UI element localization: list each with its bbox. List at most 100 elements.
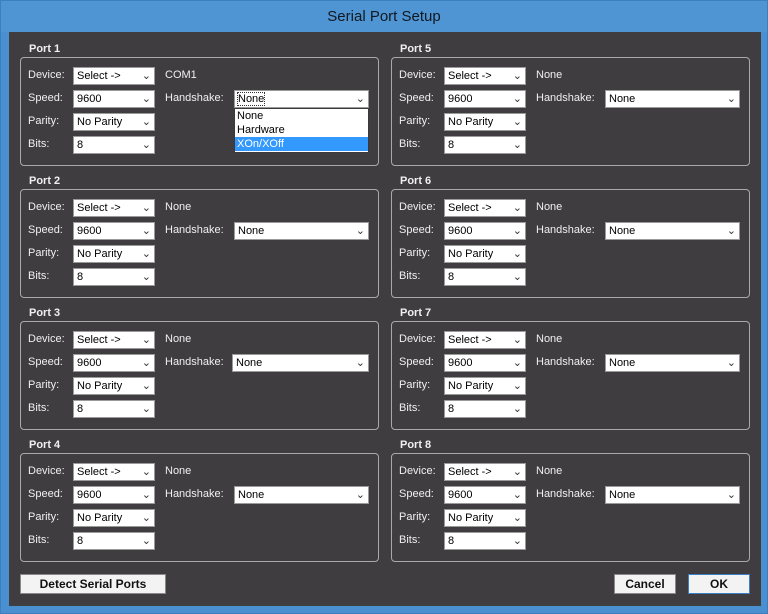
- device-select[interactable]: Select -> ⌄: [73, 199, 155, 217]
- speed-label: Speed:: [399, 488, 434, 500]
- bits-select[interactable]: 8 ⌄: [73, 268, 155, 286]
- bits-select[interactable]: 8 ⌄: [444, 268, 526, 286]
- parity-select[interactable]: No Parity ⌄: [444, 245, 526, 263]
- parity-select[interactable]: No Parity ⌄: [73, 245, 155, 263]
- chevron-down-icon: ⌄: [141, 403, 151, 415]
- parity-value: No Parity: [448, 116, 494, 128]
- device-value: Select ->: [448, 202, 492, 214]
- speed-label: Speed:: [399, 92, 434, 104]
- handshake-select[interactable]: None ⌄: [605, 90, 740, 108]
- serial-port-setup-window: Serial Port Setup Port 1 Device: Select …: [0, 0, 768, 614]
- port-title: Port 4: [29, 439, 61, 451]
- parity-select[interactable]: No Parity ⌄: [73, 113, 155, 131]
- cancel-button[interactable]: Cancel: [614, 574, 676, 594]
- speed-select[interactable]: 9600 ⌄: [73, 354, 155, 372]
- speed-select[interactable]: 9600 ⌄: [444, 486, 526, 504]
- chevron-down-icon: ⌄: [141, 116, 151, 128]
- chevron-down-icon: ⌄: [726, 93, 736, 105]
- device-select[interactable]: Select -> ⌄: [444, 331, 526, 349]
- speed-label: Speed:: [399, 356, 434, 368]
- handshake-select[interactable]: None ⌄: [234, 486, 369, 504]
- handshake-select[interactable]: None ⌄: [234, 222, 369, 240]
- parity-select[interactable]: No Parity ⌄: [444, 509, 526, 527]
- chevron-down-icon: ⌄: [141, 271, 151, 283]
- device-value: Select ->: [448, 70, 492, 82]
- port-title: Port 1: [29, 43, 61, 55]
- parity-select[interactable]: No Parity ⌄: [73, 377, 155, 395]
- bits-value: 8: [448, 403, 455, 415]
- speed-select[interactable]: 9600 ⌄: [444, 90, 526, 108]
- chevron-down-icon: ⌄: [512, 512, 522, 524]
- bits-select[interactable]: 8 ⌄: [444, 532, 526, 550]
- parity-value: No Parity: [77, 512, 123, 524]
- handshake-label: Handshake:: [536, 92, 595, 104]
- device-label: Device:: [28, 69, 65, 81]
- parity-value: No Parity: [448, 512, 494, 524]
- bits-label: Bits:: [399, 138, 421, 150]
- speed-value: 9600: [448, 357, 473, 369]
- device-label: Device:: [28, 201, 65, 213]
- port-8-group: Port 8 Device: Select -> ⌄ None Speed: 96…: [391, 439, 750, 562]
- chevron-down-icon: ⌄: [141, 202, 151, 214]
- device-value: Select ->: [448, 466, 492, 478]
- detect-serial-ports-button[interactable]: Detect Serial Ports: [20, 574, 166, 594]
- parity-value: No Parity: [448, 248, 494, 260]
- device-select[interactable]: Select -> ⌄: [444, 67, 526, 85]
- parity-value: No Parity: [77, 116, 123, 128]
- device-label: Device:: [399, 69, 436, 81]
- chevron-down-icon: ⌄: [141, 535, 151, 547]
- bits-value: 8: [77, 139, 84, 151]
- parity-value: No Parity: [77, 248, 123, 260]
- device-select[interactable]: Select -> ⌄: [73, 67, 155, 85]
- chevron-down-icon: ⌄: [512, 380, 522, 392]
- bits-select[interactable]: 8 ⌄: [444, 136, 526, 154]
- speed-select[interactable]: 9600 ⌄: [73, 486, 155, 504]
- handshake-option-xonxoff[interactable]: XOn/XOff: [235, 137, 368, 151]
- bits-label: Bits:: [28, 534, 50, 546]
- handshake-select[interactable]: None ⌄: [232, 354, 369, 372]
- speed-label: Speed:: [399, 224, 434, 236]
- chevron-down-icon: ⌄: [726, 357, 736, 369]
- parity-label: Parity:: [399, 247, 431, 259]
- chevron-down-icon: ⌄: [512, 535, 522, 547]
- device-select[interactable]: Select -> ⌄: [73, 463, 155, 481]
- speed-select[interactable]: 9600 ⌄: [73, 222, 155, 240]
- device-select[interactable]: Select -> ⌄: [73, 331, 155, 349]
- handshake-value: None: [609, 93, 636, 105]
- parity-value: No Parity: [448, 380, 494, 392]
- handshake-option-hardware[interactable]: Hardware: [235, 123, 368, 137]
- speed-select[interactable]: 9600 ⌄: [444, 354, 526, 372]
- device-select[interactable]: Select -> ⌄: [444, 463, 526, 481]
- bits-select[interactable]: 8 ⌄: [73, 400, 155, 418]
- device-label: Device:: [399, 465, 436, 477]
- window-title: Serial Port Setup: [1, 1, 767, 32]
- handshake-select[interactable]: None ⌄: [605, 354, 740, 372]
- bits-select[interactable]: 8 ⌄: [73, 136, 155, 154]
- device-select[interactable]: Select -> ⌄: [444, 199, 526, 217]
- bits-value: 8: [448, 535, 455, 547]
- port-4-group: Port 4 Device: Select -> ⌄ None Speed: 96…: [20, 439, 379, 562]
- chevron-down-icon: ⌄: [512, 248, 522, 260]
- port-title: Port 5: [400, 43, 432, 55]
- device-value: Select ->: [77, 202, 121, 214]
- device-name: None: [536, 69, 563, 81]
- speed-select[interactable]: 9600 ⌄: [444, 222, 526, 240]
- chevron-down-icon: ⌄: [512, 116, 522, 128]
- parity-select[interactable]: No Parity ⌄: [444, 377, 526, 395]
- handshake-select[interactable]: None ⌄: [234, 90, 369, 108]
- chevron-down-icon: ⌄: [726, 225, 736, 237]
- parity-select[interactable]: No Parity ⌄: [73, 509, 155, 527]
- port-2-group: Port 2 Device: Select -> ⌄ None Speed: 96…: [20, 175, 379, 298]
- handshake-select[interactable]: None ⌄: [605, 486, 740, 504]
- speed-value: 9600: [77, 225, 102, 237]
- bits-select[interactable]: 8 ⌄: [73, 532, 155, 550]
- ok-button[interactable]: OK: [688, 574, 750, 594]
- chevron-down-icon: ⌄: [355, 489, 365, 501]
- parity-select[interactable]: No Parity ⌄: [444, 113, 526, 131]
- handshake-option-none[interactable]: None: [235, 109, 368, 123]
- parity-label: Parity:: [28, 511, 60, 523]
- bits-select[interactable]: 8 ⌄: [444, 400, 526, 418]
- device-label: Device:: [28, 333, 65, 345]
- speed-select[interactable]: 9600 ⌄: [73, 90, 155, 108]
- handshake-select[interactable]: None ⌄: [605, 222, 740, 240]
